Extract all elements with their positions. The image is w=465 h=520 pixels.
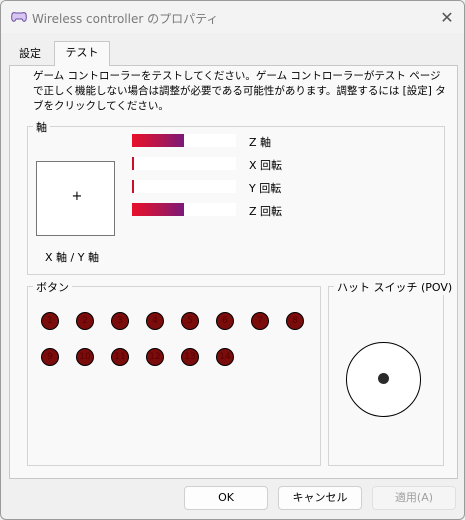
controller-button-indicator: 10 — [76, 348, 94, 366]
axis-bar-fill — [132, 203, 184, 216]
tab-settings[interactable]: 設定 — [10, 44, 50, 64]
apply-button[interactable]: 適用(A) — [372, 486, 456, 510]
xy-crosshair-icon: + — [71, 189, 83, 204]
controller-button-indicator: 5 — [181, 312, 199, 330]
controller-button-indicator: 7 — [251, 312, 269, 330]
properties-window: Wireless controller のプロパティ ✕ 設定 テスト ゲーム … — [0, 0, 465, 520]
controller-button-indicator: 2 — [76, 312, 94, 330]
controller-button-indicator: 4 — [146, 312, 164, 330]
axis-label-z: Z 軸 — [249, 136, 272, 149]
pov-group-label: ハット スイッチ (POV) — [334, 279, 456, 295]
controller-button-indicator: 11 — [111, 348, 129, 366]
buttons-group — [27, 286, 321, 466]
tab-test[interactable]: テスト — [54, 41, 110, 66]
controller-button-indicator: 12 — [146, 348, 164, 366]
axis-bar-z — [132, 134, 236, 147]
controller-button-indicator: 1 — [41, 312, 59, 330]
cancel-button[interactable]: キャンセル — [278, 486, 362, 510]
axis-label-x-rotation: X 回転 — [249, 159, 283, 172]
controller-button-indicator: 8 — [286, 312, 304, 330]
axis-bar-fill — [132, 157, 134, 170]
pov-indicator-dot — [378, 373, 389, 384]
game-controller-icon — [11, 12, 27, 22]
axes-group-label: 軸 — [33, 119, 50, 135]
controller-button-indicator: 9 — [41, 348, 59, 366]
controller-button-indicator: 3 — [111, 312, 129, 330]
title-bar: Wireless controller のプロパティ ✕ — [1, 1, 464, 33]
axis-bar-z-rotation — [132, 203, 236, 216]
ok-button[interactable]: OK — [184, 486, 268, 510]
controller-button-indicator: 6 — [216, 312, 234, 330]
axis-label-y-rotation: Y 回転 — [249, 182, 282, 195]
controller-button-indicator: 14 — [216, 348, 234, 366]
axis-bar-fill — [132, 134, 184, 147]
window-title: Wireless controller のプロパティ — [32, 12, 219, 26]
axis-bar-y-rotation — [132, 180, 236, 193]
axis-label-z-rotation: Z 回転 — [249, 205, 283, 218]
close-button[interactable]: ✕ — [437, 8, 457, 28]
xy-axis-label: X 軸 / Y 軸 — [45, 251, 99, 264]
buttons-group-label: ボタン — [33, 279, 72, 295]
controller-button-indicator: 13 — [181, 348, 199, 366]
test-description: ゲーム コントローラーをテストしてください。ゲーム コントローラーがテスト ペー… — [33, 70, 446, 112]
axis-bar-fill — [132, 180, 134, 193]
axis-bar-x-rotation — [132, 157, 236, 170]
